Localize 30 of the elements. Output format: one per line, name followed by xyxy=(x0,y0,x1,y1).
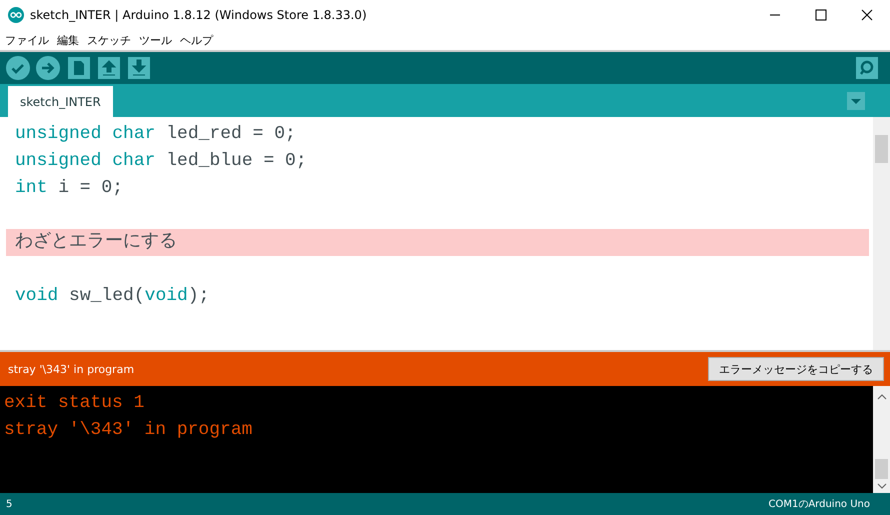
menu-item[interactable]: ヘルプ xyxy=(180,32,213,48)
copy-error-button[interactable]: エラーメッセージをコピーする xyxy=(708,357,884,381)
scrollbar[interactable] xyxy=(873,117,890,350)
menu-item[interactable]: ファイル xyxy=(5,32,49,48)
window-title: sketch_INTER | Arduino 1.8.12 (Windows Store 1.8.33.0) xyxy=(30,8,367,22)
code-line: void sw_led(void); xyxy=(14,285,210,308)
line-number: 5 xyxy=(6,498,12,510)
code-line: int i = 0; xyxy=(14,177,124,200)
code-line: unsigned char led_blue = 0; xyxy=(14,150,308,173)
menu-item[interactable]: ツール xyxy=(139,32,172,48)
console-line: stray '\343' in program xyxy=(4,419,254,442)
new-file-icon[interactable] xyxy=(68,57,90,79)
app-logo-icon xyxy=(8,7,24,23)
upload-button-icon[interactable] xyxy=(36,56,60,80)
menu-item[interactable]: 編集 xyxy=(57,32,79,48)
sketch-tab[interactable]: sketch_INTER xyxy=(8,86,113,117)
board-port: COM1のArduino Uno xyxy=(768,498,870,511)
scrollbar-thumb[interactable] xyxy=(875,459,888,479)
console-line: exit status 1 xyxy=(4,392,146,415)
verify-button-icon[interactable] xyxy=(6,56,30,80)
scroll-up-icon[interactable] xyxy=(876,394,886,400)
maximize-icon[interactable] xyxy=(815,9,827,21)
tab-menu-caret-icon[interactable] xyxy=(847,92,865,110)
error-message: stray '\343' in program xyxy=(8,362,134,376)
menu-item[interactable]: スケッチ xyxy=(87,32,131,48)
close-icon[interactable] xyxy=(861,9,873,21)
serial-monitor-icon[interactable] xyxy=(856,57,878,79)
scroll-down-icon[interactable] xyxy=(876,483,886,489)
code-line: unsigned char led_red = 0; xyxy=(14,123,297,146)
scrollbar[interactable] xyxy=(873,386,890,493)
